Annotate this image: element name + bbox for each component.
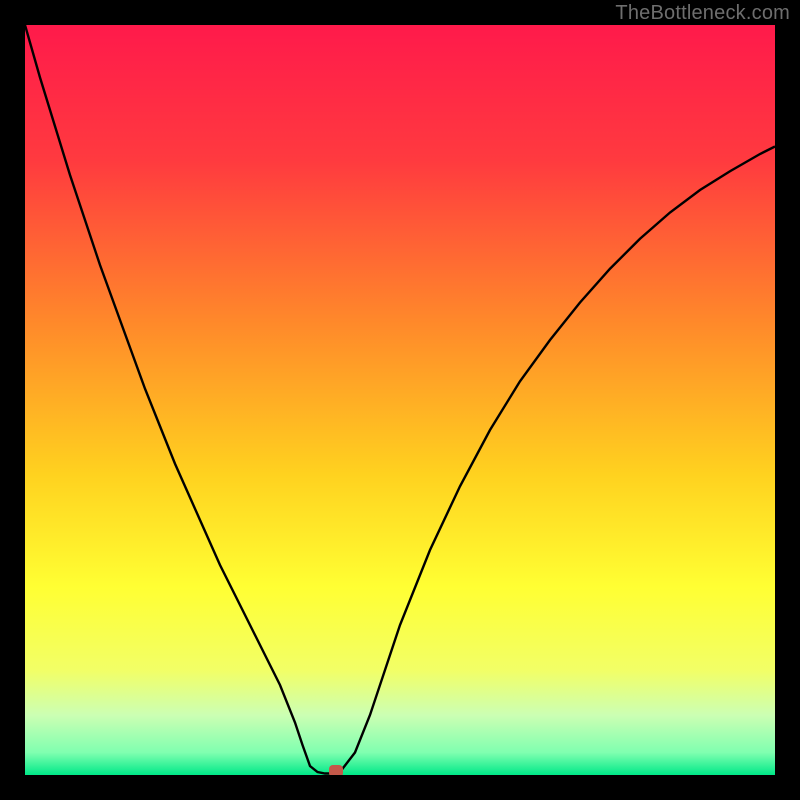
- curve-svg: [25, 25, 775, 775]
- optimal-point-marker: [329, 765, 343, 775]
- chart-frame: TheBottleneck.com: [0, 0, 800, 800]
- plot-area: [25, 25, 775, 775]
- watermark-text: TheBottleneck.com: [615, 2, 790, 25]
- bottleneck-curve: [25, 25, 775, 774]
